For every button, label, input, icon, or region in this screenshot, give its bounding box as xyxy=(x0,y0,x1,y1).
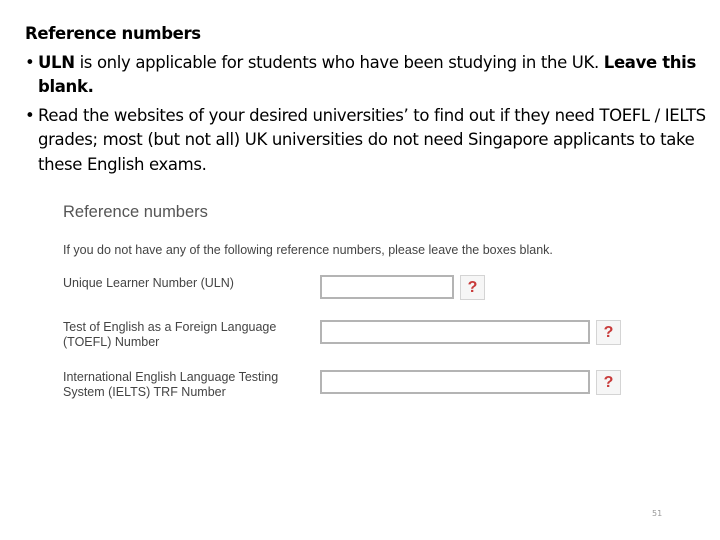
reference-numbers-form-screenshot: Reference numbers If you do not have any… xyxy=(55,198,630,408)
question-mark-icon: ? xyxy=(603,323,614,341)
uln-help-button[interactable]: ? xyxy=(460,275,485,300)
question-mark-icon: ? xyxy=(467,278,478,296)
toefl-label: Test of English as a Foreign Language (T… xyxy=(63,320,277,349)
bullet-text: Read the websites of your desired univer… xyxy=(38,105,706,174)
form-heading: Reference numbers xyxy=(63,203,208,221)
bullet-item-uln: • ULN is only applicable for students wh… xyxy=(25,51,715,100)
uln-label: Unique Learner Number (ULN) xyxy=(63,276,234,290)
bullet-item-english-exams: • Read the websites of your desired univ… xyxy=(25,104,715,178)
ielts-input[interactable] xyxy=(320,370,590,394)
bullet-icon: • xyxy=(25,52,35,72)
toefl-input[interactable] xyxy=(320,320,590,344)
ielts-label: International English Language Testing S… xyxy=(63,370,279,399)
toefl-help-button[interactable]: ? xyxy=(596,320,621,345)
question-mark-icon: ? xyxy=(603,373,614,391)
slide-title: Reference numbers xyxy=(25,24,201,43)
bullet-bold-prefix: ULN xyxy=(38,52,75,72)
slide-body: Reference numbers • ULN is only applicab… xyxy=(25,22,715,181)
uln-input[interactable] xyxy=(320,275,454,299)
page-number: 51 xyxy=(652,509,663,518)
bullet-icon: • xyxy=(25,105,35,125)
ielts-help-button[interactable]: ? xyxy=(596,370,621,395)
bullet-text: is only applicable for students who have… xyxy=(74,52,604,72)
form-intro-text: If you do not have any of the following … xyxy=(63,243,553,257)
